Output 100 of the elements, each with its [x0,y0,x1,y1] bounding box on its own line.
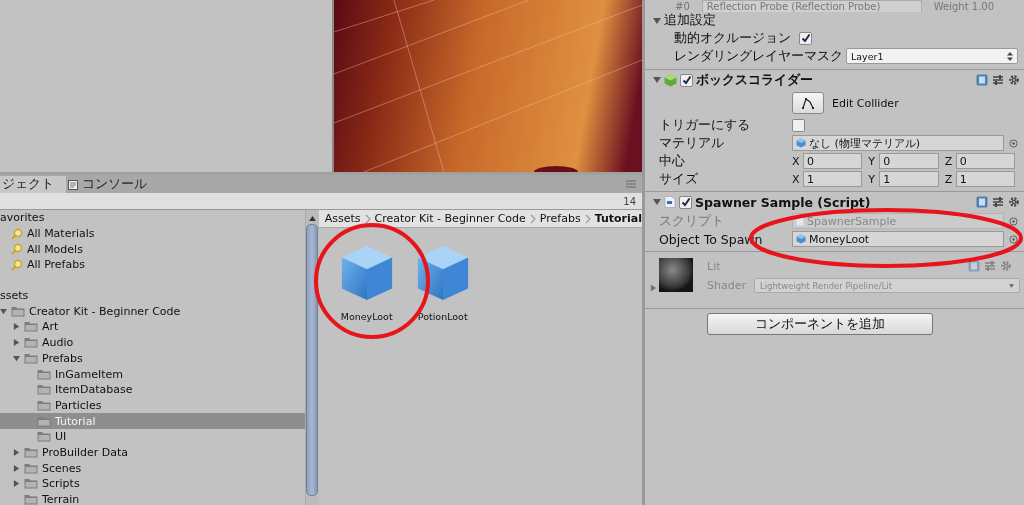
tree-item[interactable]: Creator Kit - Beginner Code [0,303,305,320]
probe-index: #0 [675,0,690,12]
axis-label: X [792,154,800,168]
tree-item[interactable]: Art [0,319,305,335]
tree-item-label: Art [42,320,59,334]
tree-item[interactable]: Terrain [0,491,305,505]
cube-icon [664,73,677,87]
foldout-title[interactable]: 追加設定 [664,12,716,29]
dropdown-arrow-icon [1009,283,1014,288]
tree-item[interactable]: avorites [0,210,305,226]
cube-icon [796,138,806,148]
expanded-arrow-icon[interactable] [653,198,661,206]
scroll-up-arrow-icon[interactable] [308,216,316,221]
tree-item[interactable]: Prefabs [0,350,305,367]
breadcrumb-link[interactable]: Tutorial [594,212,642,225]
collapsed-arrow-icon[interactable] [13,448,20,456]
number-field[interactable]: 1 [879,171,939,187]
object-picker-icon[interactable] [1009,138,1018,148]
tree-item[interactable]: InGameItem [0,366,305,382]
sliders-icon[interactable] [984,260,996,272]
tree-item-label: Particles [55,398,102,412]
number-field[interactable]: 0 [955,153,1015,169]
tree-item-label: UI [55,430,67,444]
number-field[interactable]: 1 [955,171,1015,187]
panel-tab[interactable]: コンソール [66,176,159,193]
help-book-icon[interactable] [968,260,980,272]
tree-item[interactable]: ssets [0,287,305,304]
search-icon [11,258,23,271]
collapsed-arrow-icon[interactable] [13,323,20,331]
edit-collider-button[interactable] [792,92,824,114]
asset-name[interactable]: PotionLoot [417,311,468,322]
object-field: Reflection Probe (Reflection Probe) [701,0,922,12]
expanded-arrow-icon[interactable] [653,76,661,84]
axis-label: Y [868,172,877,186]
tree-item[interactable]: Particles [0,397,305,414]
collapsed-arrow-icon[interactable] [13,480,20,488]
tree-item[interactable]: All Prefabs [0,257,305,273]
folder-icon [24,337,38,349]
component-title[interactable]: ボックスコライダー [696,71,813,89]
axis-label: Z [944,172,953,186]
axis-label: Z [944,154,953,168]
tree-item[interactable]: Audio [0,334,305,351]
console-icon [68,179,78,190]
tree-item[interactable]: Scripts [0,476,305,492]
layer-dropdown[interactable]: Layer1 [846,48,1018,64]
help-book-icon[interactable] [976,196,988,208]
folder-icon [24,321,38,333]
tree-item-label: ProBuilder Data [42,445,129,459]
object-field[interactable]: なし (物理マテリアル) [792,135,1004,151]
checkbox[interactable] [799,31,812,45]
settings-icon[interactable] [1008,74,1020,86]
panel-tab[interactable]: ジェクト [0,176,66,193]
tree-item-label: InGameItem [55,367,123,381]
breadcrumb-link[interactable]: Prefabs [539,212,581,225]
sliders-icon[interactable] [992,74,1004,86]
tree-item[interactable]: All Materials [0,225,305,242]
search-icon [11,243,23,256]
tree-item-label: All Prefabs [27,258,85,272]
collapsed-arrow-icon[interactable] [13,339,20,347]
breadcrumb-link[interactable]: Assets [324,212,361,225]
tree-item[interactable]: ItemDatabase [0,381,305,398]
folder-icon [24,478,38,490]
object-field[interactable]: MoneyLoot [792,231,1004,247]
sliders-icon[interactable] [992,196,1004,208]
tree-item[interactable]: UI [0,428,305,445]
checkbox[interactable] [680,73,693,87]
asset-name[interactable]: MoneyLoot [340,311,393,322]
tree-item[interactable]: ProBuilder Data [0,444,305,461]
field-label: マテリアル [659,134,725,152]
weight-label: Weight 1.00 [933,0,995,12]
checkbox[interactable] [679,195,692,209]
add-component-button[interactable]: コンポーネントを追加 [706,313,933,335]
breadcrumb-link[interactable]: Creator Kit - Beginner Code [374,212,526,225]
scrollbar[interactable] [304,210,319,505]
folder-icon [37,415,51,427]
number-field[interactable]: 0 [803,153,863,169]
tree-item-label: Terrain [42,493,80,505]
polygon-edit-icon [801,97,815,109]
collapsed-arrow-icon[interactable] [13,464,20,472]
expanded-arrow-icon[interactable] [13,354,20,362]
tree-item[interactable]: Scenes [0,460,305,476]
help-book-icon[interactable] [976,74,988,86]
script-file-icon [664,196,676,208]
collapsed-arrow-icon[interactable] [650,284,657,292]
number-field[interactable]: 1 [803,171,863,187]
number-field[interactable]: 0 [879,153,939,169]
chevron-right-icon [364,213,371,224]
tree-item-label: Audio [42,336,74,350]
tree-item[interactable]: All Models [0,241,305,258]
scrollbar-thumb[interactable] [306,224,319,496]
expanded-arrow-icon[interactable] [0,307,7,315]
expanded-arrow-icon[interactable] [653,16,661,25]
tree-item-label: avorites [0,211,45,225]
folder-icon [24,494,38,505]
folder-icon [37,384,51,396]
component-title[interactable]: Spawner Sample (Script) [695,194,871,210]
field-label: トリガーにする [659,116,751,134]
edit-collider-label: Edit Collider [832,96,899,110]
settings-icon[interactable] [1008,196,1020,208]
checkbox[interactable] [792,118,805,132]
